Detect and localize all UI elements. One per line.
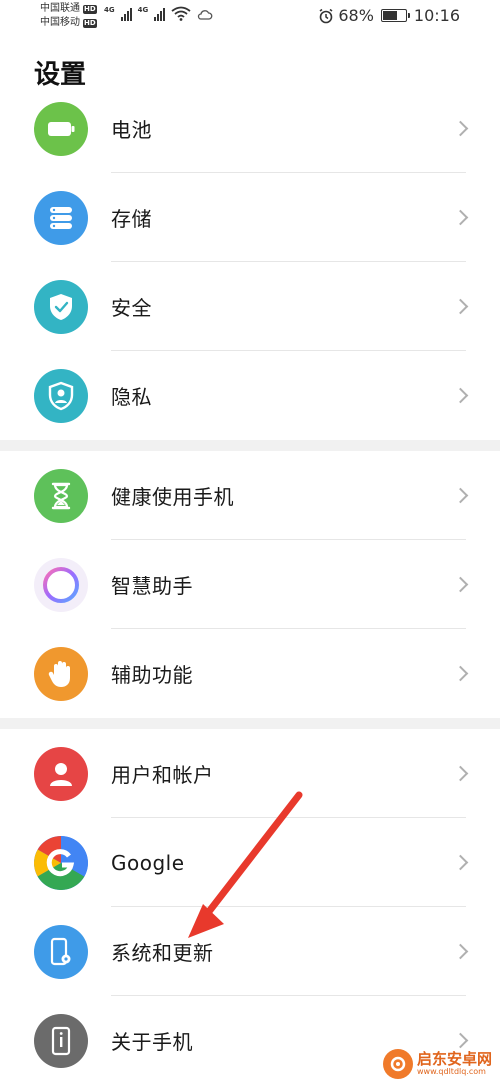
chevron-right-icon	[452, 1032, 469, 1049]
chevron-right-icon	[452, 854, 469, 871]
carrier-2: 中国移动	[40, 17, 80, 28]
hd-badge: HD	[83, 4, 97, 14]
settings-item-label: 安全	[111, 296, 152, 320]
battery-status-icon	[380, 9, 410, 22]
assistant-ring-icon	[34, 557, 88, 612]
settings-item-label: 关于手机	[111, 1030, 193, 1054]
settings-list: 电池 存储 安全 隐私 健康使用手机 智慧助手 辅助功能 用户和帐户 Googl…	[0, 84, 500, 1083]
settings-item-label: 辅助功能	[111, 663, 193, 687]
chevron-right-icon	[452, 209, 469, 226]
settings-item-storage[interactable]: 存储	[0, 173, 500, 262]
settings-item-label: Google	[111, 850, 185, 875]
settings-item-label: 用户和帐户	[111, 763, 214, 787]
settings-item-label: 健康使用手机	[111, 485, 234, 509]
status-bar: 中国联通 HD 中国移动 HD 4G 4G 68% 10:16	[0, 0, 500, 34]
watermark-name: 启东安卓网	[416, 1049, 492, 1068]
watermark-url: www.qdltdlq.com	[416, 1066, 486, 1076]
signal-bars-icon	[120, 7, 132, 21]
settings-item-smart-assistant[interactable]: 智慧助手	[0, 540, 500, 629]
google-icon	[34, 835, 88, 890]
group-separator	[0, 718, 500, 729]
settings-item-digital-balance[interactable]: 健康使用手机	[0, 451, 500, 540]
settings-item-security[interactable]: 安全	[0, 262, 500, 351]
hand-icon	[34, 646, 88, 701]
status-right: 68% 10:16	[318, 6, 460, 25]
wifi-icon	[171, 6, 191, 21]
settings-item-label: 系统和更新	[111, 941, 214, 965]
clock: 10:16	[413, 6, 460, 25]
signal-bars-icon	[154, 7, 166, 21]
weather-icon	[198, 10, 213, 20]
chevron-right-icon	[452, 665, 469, 682]
user-icon	[34, 746, 88, 801]
carrier-info: 中国联通 HD 中国移动 HD	[40, 2, 97, 30]
watermark: 启东安卓网 www.qdltdlq.com	[382, 1049, 492, 1079]
battery-percent: 68%	[338, 6, 374, 25]
alarm-icon	[319, 8, 333, 23]
settings-item-label: 隐私	[111, 385, 152, 409]
chevron-right-icon	[452, 943, 469, 960]
settings-item-privacy[interactable]: 隐私	[0, 351, 500, 440]
settings-item-battery[interactable]: 电池	[0, 84, 500, 173]
battery-icon	[34, 101, 88, 156]
chevron-right-icon	[452, 387, 469, 404]
chevron-right-icon	[452, 576, 469, 593]
storage-icon	[34, 190, 88, 245]
network-type-2: 4G	[137, 6, 149, 14]
hourglass-icon	[34, 468, 88, 523]
settings-item-google[interactable]: Google	[0, 818, 500, 907]
network-type-1: 4G	[104, 6, 115, 14]
chevron-right-icon	[452, 487, 469, 504]
hd-badge: HD	[83, 18, 97, 28]
settings-item-label: 电池	[111, 118, 152, 142]
settings-item-system-update[interactable]: 系统和更新	[0, 907, 500, 996]
phone-gear-icon	[34, 924, 88, 979]
chevron-right-icon	[452, 765, 469, 782]
settings-item-label: 存储	[111, 207, 152, 231]
settings-item-label: 智慧助手	[111, 574, 193, 598]
chevron-right-icon	[452, 120, 469, 137]
shield-icon	[34, 279, 88, 334]
watermark-logo-icon	[382, 1049, 413, 1079]
group-separator	[0, 440, 500, 451]
settings-item-users-accounts[interactable]: 用户和帐户	[0, 729, 500, 818]
carrier-1: 中国联通	[40, 3, 80, 14]
phone-info-icon	[34, 1013, 88, 1068]
settings-item-accessibility[interactable]: 辅助功能	[0, 629, 500, 718]
privacy-icon	[34, 368, 88, 423]
chevron-right-icon	[452, 298, 469, 315]
signal-group: 4G 4G	[104, 6, 213, 21]
